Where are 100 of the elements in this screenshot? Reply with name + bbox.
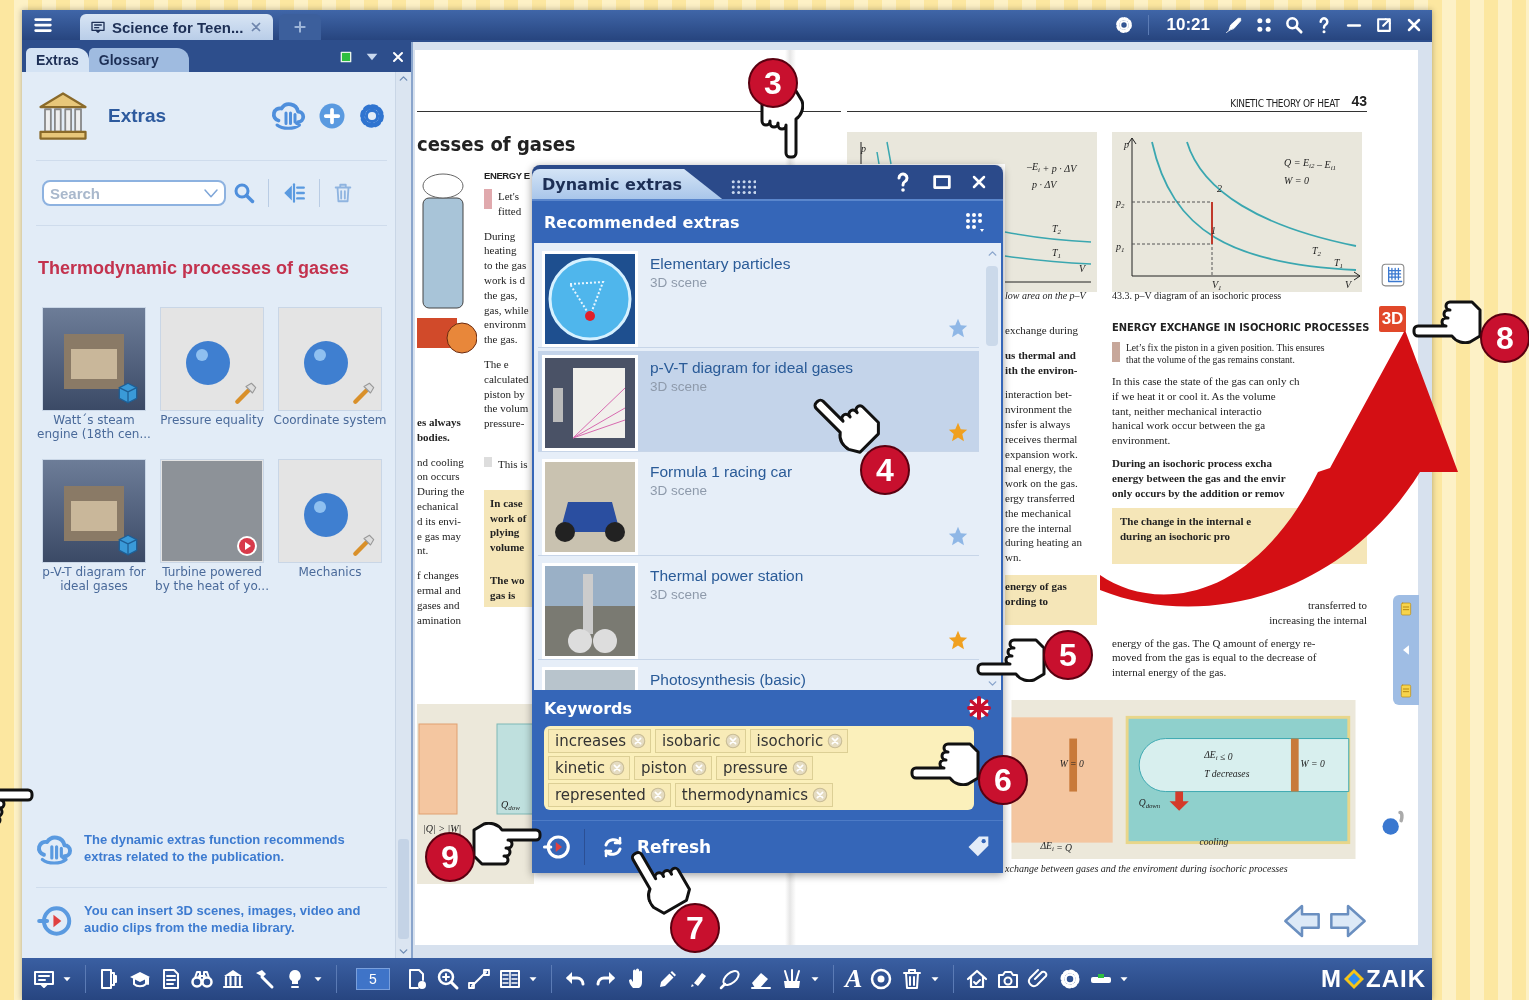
diagram-label: W = 0 bbox=[1284, 175, 1310, 186]
line-tool-button[interactable] bbox=[467, 967, 491, 991]
chart-grid-icon[interactable] bbox=[1379, 262, 1406, 288]
zoom-icon bbox=[436, 967, 460, 991]
item-caption: Watt´s steam engine (18th cen... bbox=[36, 413, 152, 441]
new-tab-button[interactable] bbox=[279, 14, 322, 40]
page-text: interaction bet- nvironment the nsfer is always receives thermal expansion work. mal energy, the work on the gas. ergy transferred the mechanical ore the internal during heating an wn. bbox=[1005, 387, 1083, 565]
settings-icon[interactable] bbox=[357, 101, 387, 131]
page-text: transferred to increasing the internal bbox=[1268, 597, 1367, 628]
add-icon[interactable] bbox=[317, 101, 347, 131]
extra-list-item[interactable]: Elementary particles 3D scene bbox=[538, 247, 979, 348]
page-text: energy of the gas. The Q amount of energy re- moved from the gas is equal to the decrease of internal energy of the gas. bbox=[1112, 635, 1318, 680]
search-field[interactable]: Search bbox=[42, 180, 226, 206]
extra-type: 3D scene bbox=[650, 275, 709, 290]
pointing-hand-icon bbox=[1412, 298, 1484, 344]
pointing-hand-icon bbox=[976, 636, 1048, 682]
item-caption: Mechanics bbox=[298, 565, 362, 579]
panel-tab[interactable]: Glossary bbox=[88, 48, 189, 72]
search-icon[interactable] bbox=[232, 181, 256, 205]
figure-caption: low area on the p–V bbox=[1005, 290, 1088, 301]
star-icon[interactable] bbox=[947, 525, 969, 547]
museum-icon bbox=[36, 89, 90, 143]
box-text: energy of gas ording to bbox=[1005, 578, 1068, 609]
extra-title: p-V-T diagram for ideal gases bbox=[650, 359, 854, 377]
star-icon[interactable] bbox=[947, 421, 969, 443]
history-icon[interactable] bbox=[542, 832, 572, 862]
extra-list-item[interactable]: p-V-T diagram for ideal gases 3D scene bbox=[538, 351, 979, 452]
figure-caption: xchange between gases and the enviroment during isochoric processes bbox=[1005, 863, 1289, 874]
text-tool-button[interactable]: A bbox=[845, 964, 863, 994]
page-text: us thermal and ith the environ- bbox=[1005, 347, 1079, 378]
extra-item[interactable]: Coordinate system bbox=[272, 307, 388, 441]
keyword-tag[interactable]: isochoric bbox=[749, 729, 849, 753]
hammer-icon bbox=[233, 380, 259, 406]
figure-caption: 43.3. p–V diagram of an isochoric process bbox=[1112, 290, 1283, 301]
diagram-label: 2 bbox=[1217, 183, 1222, 194]
star-icon[interactable] bbox=[947, 629, 969, 651]
page-text: nd cooling on occurs During the echanical d its envi- e gas may nt. bbox=[417, 454, 466, 559]
keyword-tag[interactable]: represented bbox=[548, 783, 671, 807]
page-title: cesses of gases bbox=[417, 132, 577, 156]
settings-icon bbox=[1113, 15, 1134, 35]
museum-button[interactable] bbox=[221, 967, 245, 991]
tip-text: You can insert 3D scenes, images, video and audio clips from the media library. bbox=[84, 902, 362, 936]
house-icon bbox=[965, 967, 990, 991]
panel-tab[interactable]: Extras bbox=[26, 48, 89, 72]
refresh-button[interactable]: Refresh bbox=[597, 831, 716, 863]
hammer-icon bbox=[351, 532, 377, 558]
target-button[interactable] bbox=[869, 967, 894, 991]
keyword-tag[interactable]: isobaric bbox=[655, 729, 746, 753]
keyword-tag[interactable]: kinetic bbox=[548, 756, 630, 780]
book-icon bbox=[90, 19, 106, 35]
house-button[interactable] bbox=[965, 967, 990, 991]
keyword-tag[interactable]: piston bbox=[633, 756, 712, 780]
diagram-label: Q = E$_{i2}$ – E$_{i1}$ bbox=[1284, 157, 1337, 172]
diagram-label: Q$_{down}$ bbox=[1138, 797, 1161, 809]
extra-title: Formula 1 racing car bbox=[650, 463, 793, 481]
extra-item[interactable]: Mechanics bbox=[272, 459, 388, 593]
diagram-label: T$_{2}$ bbox=[1312, 245, 1322, 258]
pointing-hand-icon bbox=[910, 740, 982, 786]
page-text: During heating to the gas work is d the gas, gas, while environm the gas. bbox=[484, 228, 530, 347]
callout-number: 8 bbox=[1480, 313, 1529, 363]
section-heading: ENERGY E bbox=[484, 170, 531, 181]
highlighter-button[interactable] bbox=[718, 967, 742, 991]
item-caption: p-V-T diagram for ideal gases bbox=[41, 565, 147, 593]
item-caption: Turbine powered by the heat of yo... bbox=[154, 565, 270, 593]
paragraph-marker bbox=[1112, 342, 1120, 362]
page-text: The e calculated piston by the volum pressure- bbox=[484, 356, 530, 431]
square-icon bbox=[338, 49, 354, 65]
item-caption: Coordinate system bbox=[273, 413, 387, 427]
document-tab[interactable]: Science for Teen... bbox=[80, 14, 274, 40]
page-text: Let's fitted bbox=[498, 189, 522, 219]
extra-item[interactable]: Pressure equality bbox=[154, 307, 270, 441]
paragraph-marker bbox=[484, 456, 492, 467]
clock-time: 10:21 bbox=[1166, 15, 1210, 35]
diagram-label: T$_{1}$ bbox=[1052, 247, 1062, 260]
star-icon[interactable] bbox=[947, 317, 969, 339]
zoom-button[interactable] bbox=[436, 967, 460, 991]
logo-text: M bbox=[1321, 965, 1342, 993]
page-text: f changes ermal and gases and amination bbox=[417, 568, 462, 628]
scrollbar-thumb[interactable] bbox=[986, 266, 998, 346]
keyword-tag[interactable]: pressure bbox=[715, 756, 813, 780]
extra-item[interactable]: Watt´s steam engine (18th cen... bbox=[36, 307, 152, 441]
apps-icon bbox=[1254, 15, 1274, 35]
extra-item[interactable]: p-V-T diagram for ideal gases bbox=[36, 459, 152, 593]
page-text: The wo gas is bbox=[490, 572, 526, 603]
keyword-tag[interactable]: increases bbox=[548, 729, 652, 753]
two-column-icon bbox=[498, 967, 522, 991]
scrollbar[interactable] bbox=[395, 72, 411, 958]
page-text: During an isochoric process excha energy between the gas and the envir only occurs by the addition or remov bbox=[1112, 456, 1287, 501]
diagram-label: T decreases bbox=[1204, 768, 1250, 780]
keyword-tag[interactable]: thermodynamics bbox=[674, 783, 834, 807]
3d-button[interactable]: 3D bbox=[1378, 306, 1407, 332]
diagram-label: V bbox=[1079, 263, 1086, 274]
page-number-field[interactable]: 5 bbox=[356, 968, 390, 990]
extra-list-item[interactable]: Thermal power station 3D scene bbox=[538, 559, 979, 660]
two-column-button[interactable] bbox=[498, 967, 522, 991]
flag-icon[interactable] bbox=[967, 696, 991, 720]
extra-item[interactable]: Turbine powered by the heat of yo... bbox=[154, 459, 270, 593]
item-caption: Pressure equality bbox=[160, 413, 264, 427]
grid-menu-icon bbox=[963, 210, 987, 234]
diagram-label: V$_{1}$ bbox=[1212, 279, 1222, 292]
